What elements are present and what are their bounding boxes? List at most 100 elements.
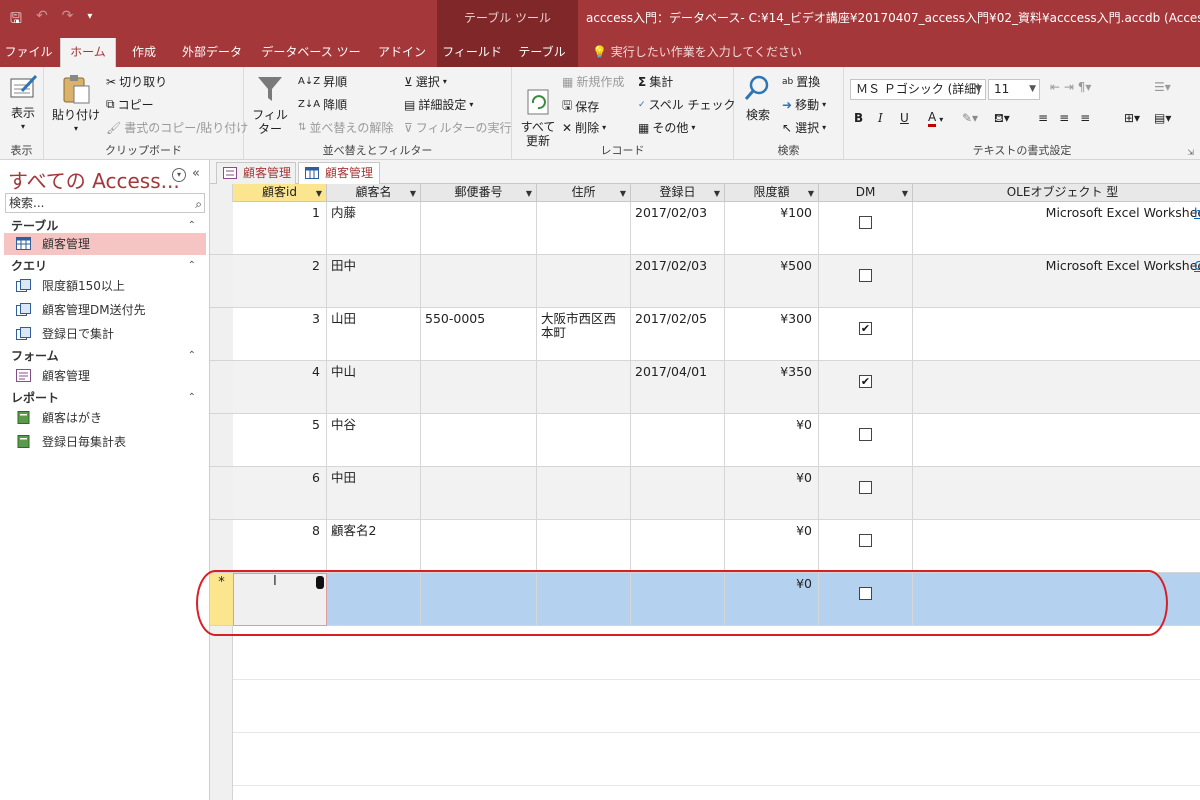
more-button[interactable]: ▦ その他 ▾ [638,119,695,136]
checkbox-checked[interactable]: ✔ [859,375,872,388]
cell-dm[interactable]: ✔ [819,361,913,414]
cell-customer-name[interactable]: 山田 [327,308,421,361]
tab-addins[interactable]: アドイン [374,38,430,67]
doc-tab-table[interactable]: 顧客管理 [298,162,380,185]
customize-qat-icon[interactable]: ▾ [87,11,92,32]
table-row[interactable]: 6 中田 ¥0 [233,467,1200,520]
cell-ole[interactable] [913,414,1200,467]
cell-zip[interactable] [421,361,537,414]
cell-zip[interactable] [421,255,537,308]
table-row[interactable]: 2 田中 2017/02/03 ¥500 Microsoft Excel Workshe… [233,255,1200,308]
cell-hyperlink[interactable]: C:¥1 [1190,255,1200,308]
cell-address[interactable] [537,361,631,414]
cell-limit[interactable]: ¥300 [725,308,819,361]
cell-dm[interactable] [819,467,913,520]
list-bullets-button[interactable]: ⇤ ⇥ ¶▾ [1050,80,1091,94]
cell-address[interactable] [537,414,631,467]
collapse-pane-icon[interactable]: « [192,166,200,181]
selection-filter-button[interactable]: ⊻ 選択 ▾ [404,73,447,90]
underline-button[interactable]: U [900,111,909,125]
cell-address[interactable]: 大阪市西区西本町 [537,308,631,361]
cell-date[interactable] [631,573,725,626]
tab-create[interactable]: 作成 [122,38,166,67]
cell-limit[interactable]: ¥0 [725,573,819,626]
table-row[interactable]: 5 中谷 ¥0 [233,414,1200,467]
checkbox-unchecked[interactable] [859,428,872,441]
new-record-row[interactable]: I ¥0 [233,573,1200,626]
cell-ole[interactable]: Microsoft Excel Worksheet [913,255,1200,308]
goto-button[interactable]: ➜ 移動 ▾ [782,96,826,113]
paste-button[interactable]: 貼り付け ▾ [52,73,100,136]
checkbox-unchecked[interactable] [859,587,872,600]
cell-date[interactable] [631,414,725,467]
cell-customer-name[interactable]: 中谷 [327,414,421,467]
cell-ole[interactable] [913,573,1200,626]
doc-tab-form[interactable]: 顧客管理 [216,162,296,184]
cell-hyperlink[interactable]: http [1190,202,1200,255]
sort-ascending-button[interactable]: A↓Z 昇順 [298,73,347,90]
spelling-button[interactable]: ✓ スペル チェック [638,96,736,113]
record-selector[interactable] [210,202,233,255]
cell-zip[interactable] [421,467,537,520]
nav-item-report-summary[interactable]: 登録日毎集計表 [4,431,206,453]
new-record-button[interactable]: ▦ 新規作成 [562,73,624,90]
find-button[interactable]: 検索 [740,73,776,122]
nav-item-report-postcard[interactable]: 顧客はがき [4,407,206,429]
font-size-combo[interactable]: 11 ▼ [988,79,1040,100]
nav-item-query-date[interactable]: 登録日で集計 [4,323,206,345]
cell-dm[interactable] [819,520,913,573]
checkbox-unchecked[interactable] [859,481,872,494]
paragraph-button[interactable]: ☰▾ [1154,80,1171,94]
cell-customer-name[interactable]: 中田 [327,467,421,520]
undo-icon[interactable]: ↶ [36,8,48,32]
cell-dm[interactable] [819,573,913,626]
tab-database-tools[interactable]: データベース ツール [258,38,364,88]
nav-item-customer-table[interactable]: 顧客管理 [4,233,206,255]
cell-ole[interactable] [913,361,1200,414]
tab-external-data[interactable]: 外部データ [174,38,250,67]
tell-me-box[interactable]: 💡 実行したい作業を入力してください [592,38,802,67]
nav-item-query-limit[interactable]: 限度額150以上 [4,275,206,297]
cell-customer-name[interactable]: 顧客名2 [327,520,421,573]
cell-customer-name[interactable] [327,573,421,626]
save-record-button[interactable]: 🖫 保存 [562,96,599,117]
view-button[interactable]: 表示 ▾ [4,73,42,134]
table-row[interactable]: 3 山田 550-0005 大阪市西区西本町 2017/02/05 ¥300 ✔ [233,308,1200,361]
cell-dm[interactable] [819,202,913,255]
cell-zip[interactable] [421,414,537,467]
autonumber-dropdown-icon[interactable] [316,576,324,589]
nav-item-query-dm[interactable]: 顧客管理DM送付先 [4,299,206,321]
cell-dm[interactable] [819,255,913,308]
column-dropdown-icon[interactable]: ▼ [526,185,532,202]
cut-button[interactable]: ✂ 切り取り [106,73,167,90]
new-record-selector[interactable]: * [210,573,233,626]
format-painter-button[interactable]: 🖌 書式のコピー/貼り付け [106,119,248,136]
totals-button[interactable]: Σ 集計 [638,73,673,90]
checkbox-unchecked[interactable] [859,216,872,229]
record-selector[interactable] [210,467,233,520]
nav-section-queries[interactable]: クエリ ⌃ [4,256,206,276]
header-limit[interactable]: 限度額 ▼ [725,184,819,202]
header-ole[interactable]: OLEオブジェクト 型▼ [913,184,1200,202]
cell-dm[interactable] [819,414,913,467]
cell-date[interactable] [631,467,725,520]
header-customer-id[interactable]: 顧客id ▼ [233,184,327,202]
cell-address[interactable] [537,202,631,255]
cell-ole[interactable]: Microsoft Excel Worksheet [913,202,1200,255]
nav-item-form-customer[interactable]: 顧客管理 [4,365,206,387]
cell-zip[interactable] [421,520,537,573]
header-date[interactable]: 登録日 ▼ [631,184,725,202]
nav-menu-icon[interactable]: ▾ [172,168,186,182]
table-row[interactable]: 8 顧客名2 ¥0 [233,520,1200,573]
cell-customer-id[interactable]: 6 [233,467,327,520]
nav-section-forms[interactable]: フォーム ⌃ [4,346,206,366]
tab-home[interactable]: ホーム [60,38,116,67]
copy-button[interactable]: ⧉ コピー [106,96,154,113]
font-color-button[interactable]: A ▾ [928,111,943,127]
cell-address[interactable] [537,520,631,573]
highlight-button[interactable]: ✎▾ [962,111,978,125]
cell-limit[interactable]: ¥100 [725,202,819,255]
cell-address[interactable] [537,467,631,520]
cell-limit[interactable]: ¥0 [725,414,819,467]
tab-file[interactable]: ファイル [0,38,57,67]
